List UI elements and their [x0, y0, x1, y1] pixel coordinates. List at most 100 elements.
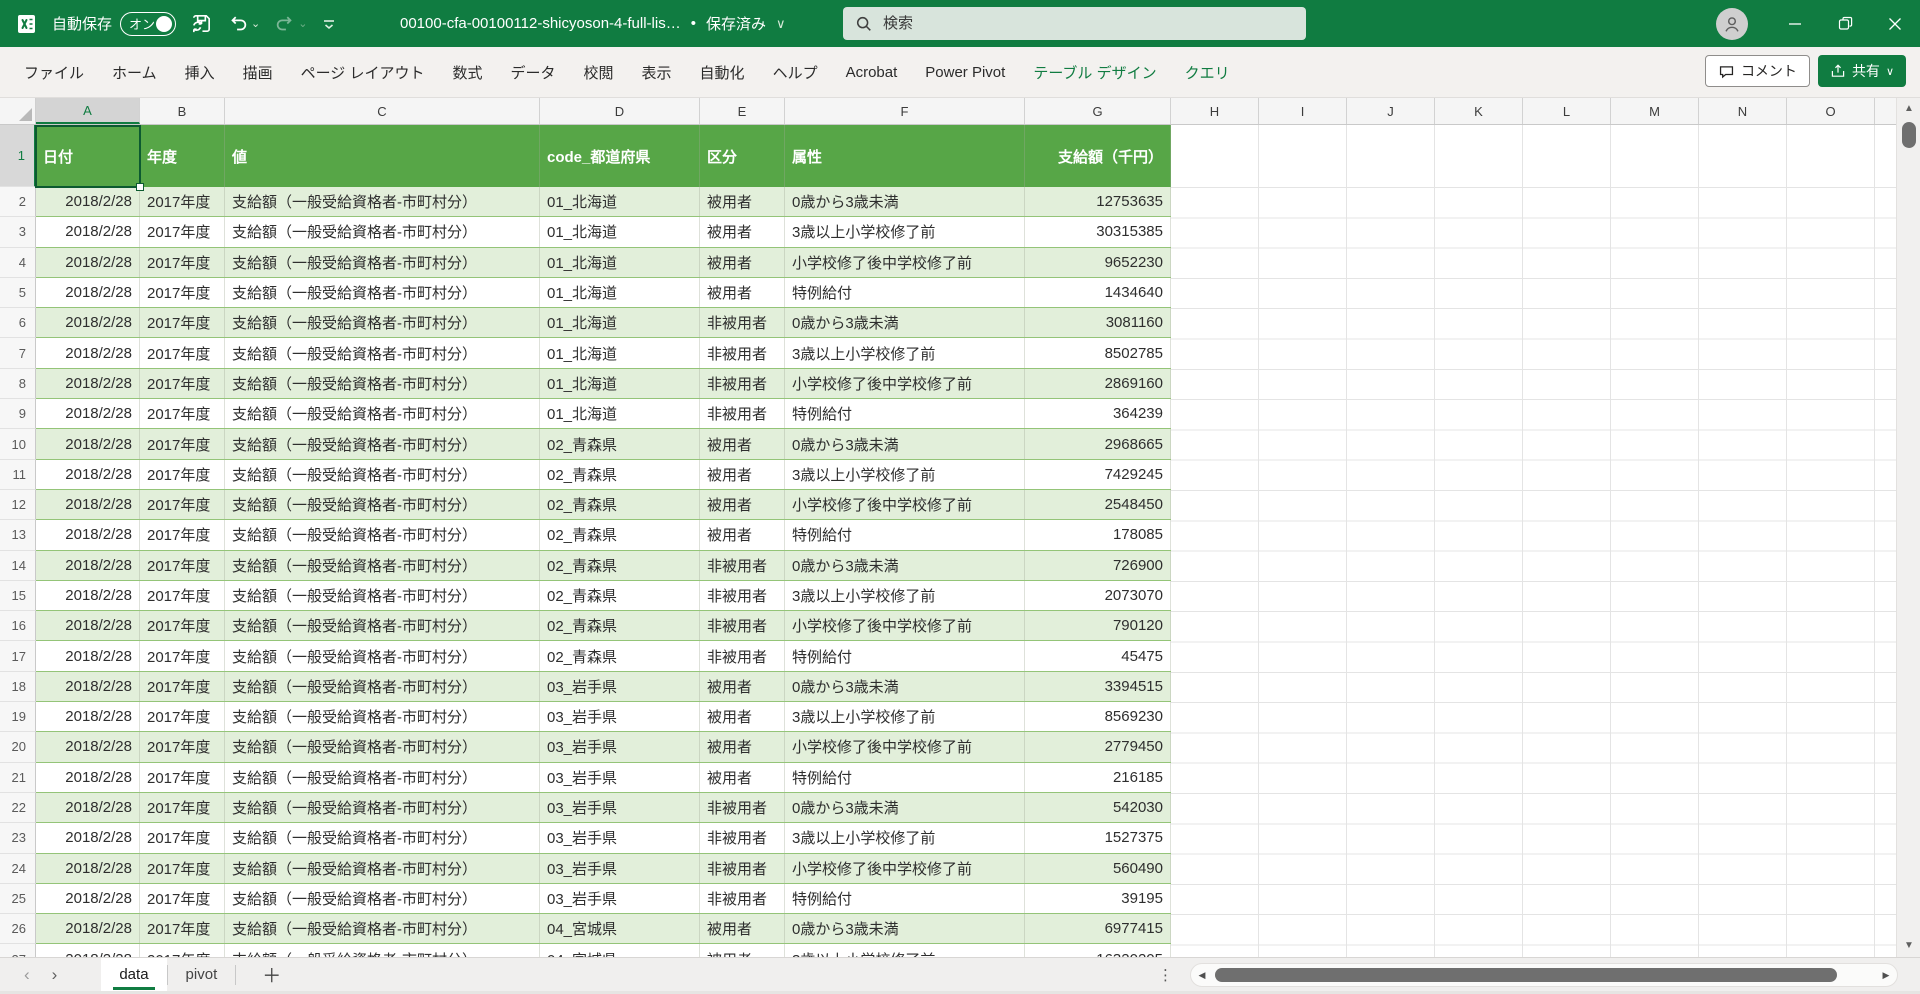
column-header-D[interactable]: D [540, 98, 700, 124]
value-cell[interactable]: 支給額（一般受給資格者-市町村分） [225, 308, 540, 338]
kubun-cell[interactable]: 被用者 [700, 187, 785, 217]
pref-cell[interactable]: 01_北海道 [540, 338, 700, 368]
attr-cell[interactable]: 3歳以上小学校修了前 [785, 823, 1025, 853]
next-sheet-icon[interactable]: › [52, 965, 58, 985]
row-header-19[interactable]: 19 [0, 702, 36, 733]
amount-cell[interactable]: 560490 [1025, 853, 1171, 883]
column-header-O[interactable]: O [1787, 98, 1875, 124]
row-header-7[interactable]: 7 [0, 338, 36, 369]
attr-cell[interactable]: 特例給付 [785, 883, 1025, 914]
horizontal-scrollbar[interactable]: ◀ ▶ [1190, 963, 1898, 987]
year-cell[interactable]: 2017年度 [140, 368, 225, 399]
row-header-6[interactable]: 6 [0, 308, 36, 339]
row-header-18[interactable]: 18 [0, 671, 36, 703]
amount-cell[interactable]: 39195 [1025, 883, 1171, 914]
header-attribute[interactable]: 属性 [785, 125, 1025, 187]
year-cell[interactable]: 2017年度 [140, 247, 225, 277]
vertical-scrollbar[interactable]: ▲ ▼ [1896, 98, 1920, 957]
pref-cell[interactable]: 03_岩手県 [540, 792, 700, 823]
date-cell[interactable]: 2018/2/28 [36, 489, 140, 520]
vertical-scrollbar-thumb[interactable] [1902, 122, 1916, 148]
attr-cell[interactable]: 0歳から3歳未満 [785, 914, 1025, 944]
value-cell[interactable]: 支給額（一般受給資格者-市町村分） [225, 641, 540, 671]
attr-cell[interactable]: 0歳から3歳未満 [785, 792, 1025, 823]
amount-cell[interactable]: 3081160 [1025, 308, 1171, 338]
kubun-cell[interactable]: 被用者 [700, 671, 785, 702]
pref-cell[interactable]: 01_北海道 [540, 187, 700, 217]
column-header-M[interactable]: M [1611, 98, 1699, 124]
value-cell[interactable]: 支給額（一般受給資格者-市町村分） [225, 944, 540, 957]
minimize-button[interactable] [1770, 0, 1820, 47]
row-header-20[interactable]: 20 [0, 732, 36, 763]
amount-cell[interactable]: 542030 [1025, 792, 1171, 823]
date-cell[interactable]: 2018/2/28 [36, 217, 140, 247]
kubun-cell[interactable]: 被用者 [700, 489, 785, 520]
year-cell[interactable]: 2017年度 [140, 883, 225, 914]
amount-cell[interactable]: 12753635 [1025, 187, 1171, 217]
kubun-cell[interactable]: 被用者 [700, 944, 785, 957]
attr-cell[interactable]: 0歳から3歳未満 [785, 187, 1025, 217]
value-cell[interactable]: 支給額（一般受給資格者-市町村分） [225, 368, 540, 399]
ribbon-tab-ヘルプ[interactable]: ヘルプ [759, 47, 832, 98]
header-date[interactable]: 日付 [36, 125, 140, 187]
row-header-24[interactable]: 24 [0, 853, 36, 884]
date-cell[interactable]: 2018/2/28 [36, 550, 140, 580]
attr-cell[interactable]: 0歳から3歳未満 [785, 671, 1025, 702]
add-sheet-button[interactable]: ＋ [262, 961, 281, 988]
kubun-cell[interactable]: 被用者 [700, 247, 785, 277]
tab-options-dots-icon[interactable]: ⋮ [1158, 958, 1174, 992]
share-dropdown-icon[interactable]: ∨ [1886, 65, 1894, 78]
attr-cell[interactable]: 0歳から3歳未満 [785, 429, 1025, 459]
attr-cell[interactable]: 小学校修了後中学校修了前 [785, 247, 1025, 277]
empty-cells-region[interactable] [1171, 125, 1896, 187]
ribbon-tab-テーブル-デザイン[interactable]: テーブル デザイン [1019, 47, 1170, 98]
amount-cell[interactable]: 178085 [1025, 520, 1171, 550]
kubun-cell[interactable]: 被用者 [700, 702, 785, 732]
year-cell[interactable]: 2017年度 [140, 641, 225, 671]
attr-cell[interactable]: 3歳以上小学校修了前 [785, 580, 1025, 611]
date-cell[interactable]: 2018/2/28 [36, 823, 140, 853]
year-cell[interactable]: 2017年度 [140, 611, 225, 641]
date-cell[interactable]: 2018/2/28 [36, 611, 140, 641]
attr-cell[interactable]: 小学校修了後中学校修了前 [785, 853, 1025, 883]
kubun-cell[interactable]: 被用者 [700, 732, 785, 762]
close-button[interactable] [1870, 0, 1920, 47]
attr-cell[interactable]: 0歳から3歳未満 [785, 308, 1025, 338]
date-cell[interactable]: 2018/2/28 [36, 762, 140, 792]
header-year[interactable]: 年度 [140, 125, 225, 187]
redo-button[interactable]: ⌄ [274, 13, 307, 35]
amount-cell[interactable]: 2548450 [1025, 489, 1171, 520]
value-cell[interactable]: 支給額（一般受給資格者-市町村分） [225, 489, 540, 520]
value-cell[interactable]: 支給額（一般受給資格者-市町村分） [225, 277, 540, 308]
value-cell[interactable]: 支給額（一般受給資格者-市町村分） [225, 914, 540, 944]
column-header-L[interactable]: L [1523, 98, 1611, 124]
empty-cells-region[interactable] [1171, 187, 1896, 957]
attr-cell[interactable]: 3歳以上小学校修了前 [785, 217, 1025, 247]
attr-cell[interactable]: 特例給付 [785, 520, 1025, 550]
value-cell[interactable]: 支給額（一般受給資格者-市町村分） [225, 611, 540, 641]
pref-cell[interactable]: 04_宮城県 [540, 944, 700, 957]
year-cell[interactable]: 2017年度 [140, 762, 225, 792]
row-header-2[interactable]: 2 [0, 187, 36, 218]
year-cell[interactable]: 2017年度 [140, 550, 225, 580]
row-header-15[interactable]: 15 [0, 580, 36, 612]
amount-cell[interactable]: 2779450 [1025, 732, 1171, 762]
date-cell[interactable]: 2018/2/28 [36, 338, 140, 368]
kubun-cell[interactable]: 被用者 [700, 459, 785, 489]
amount-cell[interactable]: 30315385 [1025, 217, 1171, 247]
value-cell[interactable]: 支給額（一般受給資格者-市町村分） [225, 338, 540, 368]
column-header-E[interactable]: E [700, 98, 785, 124]
amount-cell[interactable]: 726900 [1025, 550, 1171, 580]
header-prefcode[interactable]: code_都道府県 [540, 125, 700, 187]
customize-qat-icon[interactable] [321, 16, 337, 32]
amount-cell[interactable]: 16320205 [1025, 944, 1171, 957]
amount-cell[interactable]: 1527375 [1025, 823, 1171, 853]
column-header-J[interactable]: J [1347, 98, 1435, 124]
pref-cell[interactable]: 03_岩手県 [540, 732, 700, 762]
year-cell[interactable]: 2017年度 [140, 944, 225, 957]
value-cell[interactable]: 支給額（一般受給資格者-市町村分） [225, 429, 540, 459]
amount-cell[interactable]: 2869160 [1025, 368, 1171, 399]
pref-cell[interactable]: 03_岩手県 [540, 702, 700, 732]
value-cell[interactable]: 支給額（一般受給資格者-市町村分） [225, 459, 540, 489]
row-header-4[interactable]: 4 [0, 247, 36, 278]
